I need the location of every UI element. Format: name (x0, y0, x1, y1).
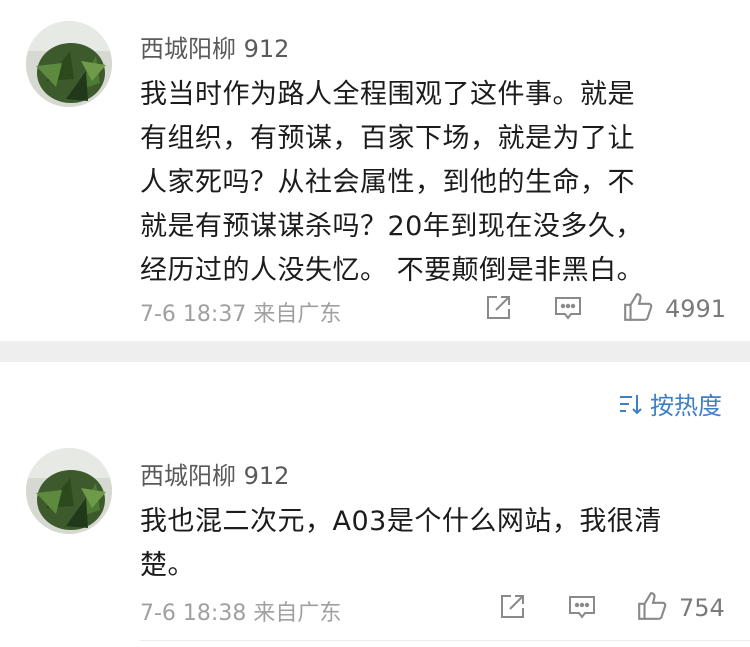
section-separator (0, 341, 750, 362)
sort-label: 按热度 (650, 392, 722, 420)
timestamp: 7-6 18:37 来自广东 (140, 302, 342, 327)
comment-text-line: 楚。 (140, 550, 195, 581)
share-icon[interactable] (497, 592, 527, 622)
sort-control[interactable]: 按热度 (618, 386, 722, 421)
comment-icon[interactable] (553, 293, 583, 323)
comment-text-line: 我当时作为路人全程围观了这件事。就是 (140, 79, 635, 110)
share-icon[interactable] (483, 293, 513, 323)
comment-text-line: 人家死吗？从社会属性，到他的生命，不 (140, 167, 635, 198)
avatar[interactable] (26, 21, 112, 107)
comment-text-line: 就是有预谋谋杀吗？20年到现在没多久， (140, 211, 643, 242)
avatar-plant-image (26, 448, 112, 534)
username[interactable]: 西城阳柳 912 (140, 456, 289, 491)
comment-icon[interactable] (567, 592, 597, 622)
timestamp: 7-6 18:38 来自广东 (140, 601, 342, 626)
sort-icon (620, 394, 642, 414)
thumbs-up-icon[interactable] (636, 590, 668, 622)
comment-text-line: 经历过的人没失忆。 不要颠倒是非黑白。 (140, 255, 645, 286)
username[interactable]: 西城阳柳 912 (140, 29, 289, 64)
like-count: 754 (679, 594, 725, 622)
avatar[interactable] (26, 448, 112, 534)
avatar-plant-image (26, 21, 112, 107)
thumbs-up-icon[interactable] (622, 291, 654, 323)
comment-text-line: 有组织，有预谋，百家下场，就是为了让 (140, 123, 635, 154)
divider (140, 640, 750, 641)
comment-text-line: 我也混二次元，A03是个什么网站，我很清 (140, 506, 662, 537)
like-count: 4991 (665, 295, 727, 323)
